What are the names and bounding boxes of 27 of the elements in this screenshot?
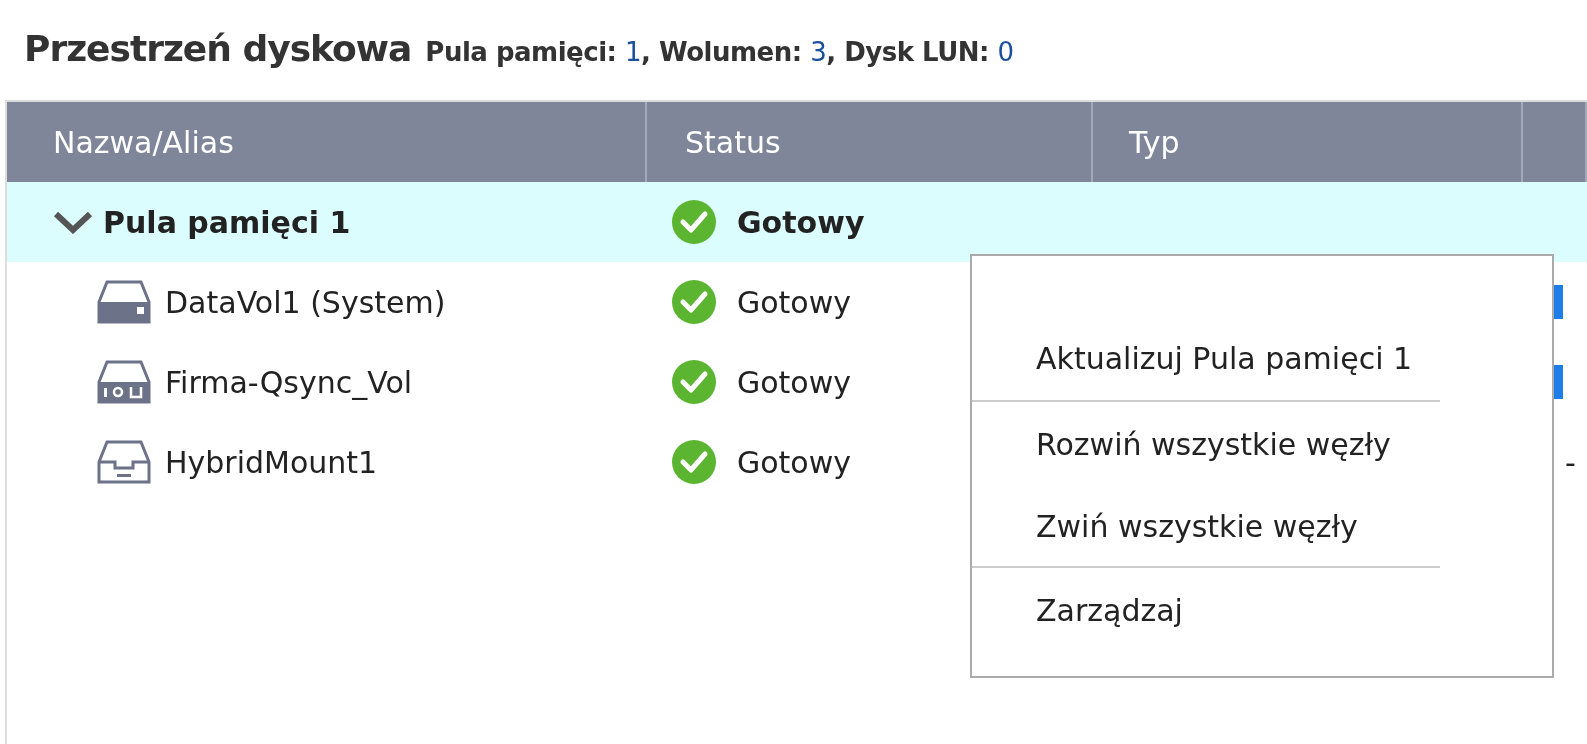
tray-icon <box>97 440 151 484</box>
volume-name: Firma-Qsync_Vol <box>165 363 413 402</box>
pool-name: Pula pamięci 1 <box>103 203 351 242</box>
drive-icon <box>97 280 151 324</box>
check-icon <box>671 439 717 485</box>
selected-row[interactable]: Pula pamięci 1 Gotowy <box>7 182 1587 262</box>
column-header[interactable]: Status <box>685 119 781 165</box>
check-icon <box>671 199 717 245</box>
page-title: Przestrzeń dyskowa <box>24 27 412 71</box>
column-header[interactable]: Nazwa/Alias <box>53 119 234 165</box>
menu-item[interactable]: Aktualizuj Pula pamięci 1 <box>972 316 1552 400</box>
column-header[interactable]: Typ <box>1129 119 1180 165</box>
menu-item[interactable]: Zwiń wszystkie węzły <box>972 486 1552 566</box>
status-text: Gotowy <box>737 283 851 322</box>
check-icon <box>671 359 717 405</box>
menu-item[interactable]: Zarządzaj <box>972 568 1552 652</box>
status-text: Gotowy <box>737 203 865 242</box>
volume-name: DataVol1 (System) <box>165 283 446 322</box>
menu-item[interactable]: Rozwiń wszystkie węzły <box>972 402 1552 486</box>
check-icon <box>671 279 717 325</box>
status-text: Gotowy <box>737 443 851 482</box>
drive-icon <box>97 360 151 404</box>
storage-summary: Pula pamięci: 1, Wolumen: 3, Dysk LUN: 0 <box>425 36 1014 69</box>
status-text: Gotowy <box>737 363 851 402</box>
chevron-icon[interactable] <box>53 210 93 234</box>
volume-name: HybridMount1 <box>165 443 378 482</box>
table-cell-text: - <box>1565 443 1576 482</box>
